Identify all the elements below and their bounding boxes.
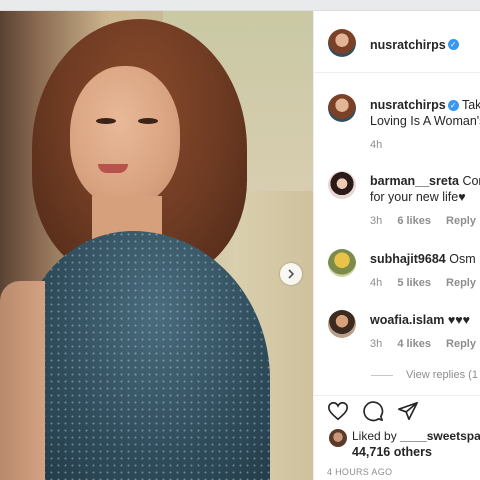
- comment-text-line-2: for your new life♥: [370, 190, 466, 204]
- photo-subject-arm: [0, 281, 45, 480]
- comment-username[interactable]: barman__sreta: [370, 174, 459, 188]
- post-header: nusratchirps ✓: [314, 11, 480, 73]
- comment-meta: 3h 4 likes Reply: [370, 338, 480, 350]
- comment-likes[interactable]: 6 likes: [397, 215, 431, 227]
- post-timestamp: 4 HOURS AGO: [327, 467, 393, 477]
- comment-age: 3h: [370, 338, 383, 350]
- caption-line-1: Takin: [461, 98, 480, 112]
- heart-icon[interactable]: [327, 400, 349, 422]
- comment-likes[interactable]: 4 likes: [397, 338, 431, 350]
- comment-text: ♥♥♥: [447, 313, 471, 327]
- comment-username[interactable]: woafia.islam: [370, 313, 444, 327]
- comment-text: Cong: [462, 174, 480, 188]
- view-replies-divider: [371, 375, 393, 376]
- share-icon[interactable]: [397, 400, 419, 422]
- liked-by-prefix: Liked by: [352, 429, 397, 443]
- comment-likes[interactable]: 5 likes: [397, 277, 431, 289]
- reply-button[interactable]: Reply: [446, 338, 476, 350]
- commenter-avatar[interactable]: [328, 249, 356, 277]
- photo-subject-face: [70, 66, 180, 206]
- comment-text: Osm D: [449, 252, 480, 266]
- likes-count[interactable]: 44,716 others: [352, 445, 432, 459]
- caption-line-2: Loving Is A Woman's: [370, 114, 480, 128]
- photo-subject-eye: [138, 118, 158, 124]
- comment-age: 3h: [370, 215, 383, 227]
- verified-badge-icon: ✓: [447, 39, 459, 51]
- author-username[interactable]: nusratchirps: [370, 38, 446, 52]
- liked-by-user[interactable]: ____sweetspark: [400, 429, 480, 443]
- reply-button[interactable]: Reply: [446, 277, 476, 289]
- post-side-panel: nusratchirps✓ nusratchirps✓ Takin Loving…: [313, 11, 480, 480]
- comment-username[interactable]: subhajit9684: [370, 252, 446, 266]
- caption-username[interactable]: nusratchirps: [370, 98, 446, 112]
- comment-icon[interactable]: [362, 400, 384, 422]
- post-photo[interactable]: [0, 11, 313, 480]
- author-avatar[interactable]: [328, 29, 356, 57]
- browser-top-bar: [0, 0, 480, 11]
- photo-subject-dress: [20, 231, 270, 480]
- commenter-avatar[interactable]: [328, 171, 356, 199]
- caption-text: nusratchirps✓ Takin: [370, 97, 480, 113]
- post-action-bar: [314, 395, 480, 425]
- liker-avatar[interactable]: [329, 429, 347, 447]
- view-replies-link[interactable]: View replies (1: [406, 369, 478, 381]
- comment-age: 4h: [370, 277, 383, 289]
- caption-avatar[interactable]: [328, 94, 356, 122]
- photo-subject-mouth: [98, 164, 128, 173]
- chevron-right-icon: [288, 269, 295, 279]
- comment-meta: 4h 5 likes Reply: [370, 277, 480, 289]
- commenter-avatar[interactable]: [328, 310, 356, 338]
- verified-badge-icon: ✓: [447, 100, 459, 112]
- reply-button[interactable]: Reply: [446, 215, 476, 227]
- liked-by-line: Liked by ____sweetspark: [352, 429, 480, 443]
- author-name-row: nusratchirps ✓: [370, 36, 459, 54]
- next-photo-button[interactable]: [280, 263, 302, 285]
- comment-meta: 3h 6 likes Reply: [370, 215, 480, 227]
- caption-age: 4h: [370, 139, 383, 151]
- photo-subject-eye: [96, 118, 116, 124]
